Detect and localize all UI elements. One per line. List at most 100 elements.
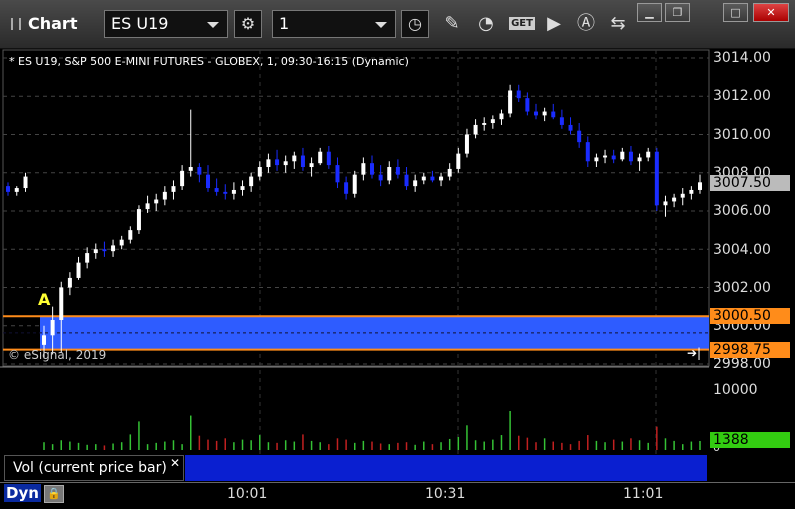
candle-body — [680, 193, 685, 198]
price-axis-label: 2998.00 — [713, 356, 771, 373]
candle-body — [188, 167, 193, 171]
candle-body — [499, 113, 504, 120]
candle-body — [508, 90, 513, 114]
candle-body — [67, 277, 72, 288]
candle-body — [154, 199, 159, 204]
get-data-button[interactable]: GET — [506, 10, 538, 38]
replay-button[interactable]: ▶ — [540, 10, 568, 38]
candle-body — [352, 174, 357, 194]
candle-body — [180, 170, 185, 187]
interval-clock-button[interactable]: ◷ — [401, 10, 429, 38]
volume-axis-max: 10000 — [713, 382, 758, 398]
candle-body — [257, 167, 262, 177]
restore-button[interactable]: ❐ — [665, 3, 690, 22]
candle-body — [240, 186, 245, 190]
current-volume-tag: 1388 — [710, 432, 790, 448]
candle-body — [646, 151, 651, 158]
candle-body — [266, 159, 271, 168]
candle-body — [456, 153, 461, 169]
candle-body — [223, 191, 228, 194]
candle-body — [85, 253, 90, 263]
interval-select[interactable]: 1 — [272, 10, 396, 38]
clock-icon: ◷ — [408, 14, 422, 33]
candle-body — [119, 239, 124, 246]
candle-body — [387, 167, 392, 181]
volume-study-label[interactable]: Vol (current price bar) — [4, 455, 184, 481]
candle-body — [197, 167, 202, 175]
candle-body — [439, 176, 444, 181]
candle-body — [361, 163, 366, 175]
dynamic-mode-button[interactable]: Dyn — [4, 484, 41, 502]
minimize-button[interactable]: ▁ — [637, 3, 662, 22]
draw-tool-button[interactable]: ✎ — [438, 10, 466, 38]
candle-body — [473, 124, 478, 135]
close-button[interactable]: ✕ — [753, 3, 789, 22]
candle-body — [482, 123, 487, 125]
price-axis-label: 3014.00 — [713, 50, 771, 66]
candle-body — [672, 197, 677, 202]
candle-body — [309, 163, 314, 168]
chevron-down-icon — [375, 22, 387, 28]
alert-button[interactable]: Ⓐ — [572, 10, 600, 38]
link-arrows-icon: ⇆ — [610, 13, 626, 34]
candle-body — [128, 230, 133, 240]
chart-toolbar: Chart ES U19 ⚙ 1 ◷ ✎ ◔ GET ▶ Ⓐ ⇆ ▁ ❐ □ ✕ — [0, 0, 795, 49]
candle-body — [594, 157, 599, 162]
scroll-to-end-icon[interactable]: ➔| — [687, 346, 701, 360]
candle-body — [59, 287, 64, 321]
symbol-select[interactable]: ES U19 — [104, 10, 228, 38]
candle-body — [145, 203, 150, 210]
price-zone-rect — [40, 316, 709, 350]
alert-marker-label[interactable]: A — [38, 290, 50, 309]
candle-body — [370, 163, 374, 175]
level-high-tag: 3000.50 — [710, 308, 790, 324]
candle-body — [663, 201, 668, 206]
pencil-icon: ✎ — [444, 13, 460, 34]
symbol-value: ES U19 — [111, 14, 169, 33]
candle-body — [568, 124, 573, 131]
candle-body — [318, 151, 323, 164]
maximize-icon: □ — [730, 6, 741, 19]
candle-body — [50, 320, 55, 336]
candle-body — [93, 249, 98, 254]
candle-body — [111, 245, 116, 252]
chevron-down-icon — [207, 22, 219, 28]
candle-body — [620, 151, 625, 160]
candle-body — [464, 134, 469, 154]
candle-body — [76, 262, 81, 278]
candle-body — [559, 117, 564, 125]
price-axis-label: 3012.00 — [713, 88, 771, 105]
studies-button[interactable]: ◔ — [472, 10, 500, 38]
symbol-settings-button[interactable]: ⚙ — [234, 10, 262, 38]
current-price-tag: 3007.50 — [710, 175, 790, 191]
time-label-1001: 10:01 — [227, 486, 268, 502]
lock-icon[interactable]: 🔒 — [44, 485, 64, 503]
candle-body — [162, 191, 167, 200]
candle-body — [14, 188, 19, 192]
price-volume-chart[interactable] — [0, 48, 795, 482]
level-low-tag: 2998.75 — [710, 342, 790, 358]
minimize-icon: ▁ — [645, 6, 654, 19]
candle-body — [42, 335, 46, 345]
candle-body — [421, 176, 426, 181]
play-icon: ▶ — [547, 13, 561, 34]
candle-body — [577, 130, 582, 143]
candle-body — [171, 186, 176, 192]
close-study-icon[interactable]: ✕ — [170, 456, 180, 470]
time-axis[interactable] — [0, 482, 795, 509]
interval-value: 1 — [279, 14, 290, 33]
restore-icon: ❐ — [672, 6, 683, 19]
maximize-button[interactable]: □ — [723, 3, 748, 22]
candle-body — [585, 142, 590, 162]
link-button[interactable]: ⇆ — [604, 10, 632, 38]
close-icon: ✕ — [766, 6, 776, 19]
get-icon-label: GET — [509, 17, 535, 30]
candle-body — [231, 189, 236, 194]
candle-body — [292, 155, 297, 162]
candle-body — [23, 176, 28, 189]
candle-body — [534, 111, 538, 116]
candle-body — [326, 151, 331, 166]
drag-grip-icon[interactable] — [11, 18, 21, 30]
price-axis-label: 3006.00 — [713, 203, 771, 220]
candle-body — [525, 98, 530, 112]
